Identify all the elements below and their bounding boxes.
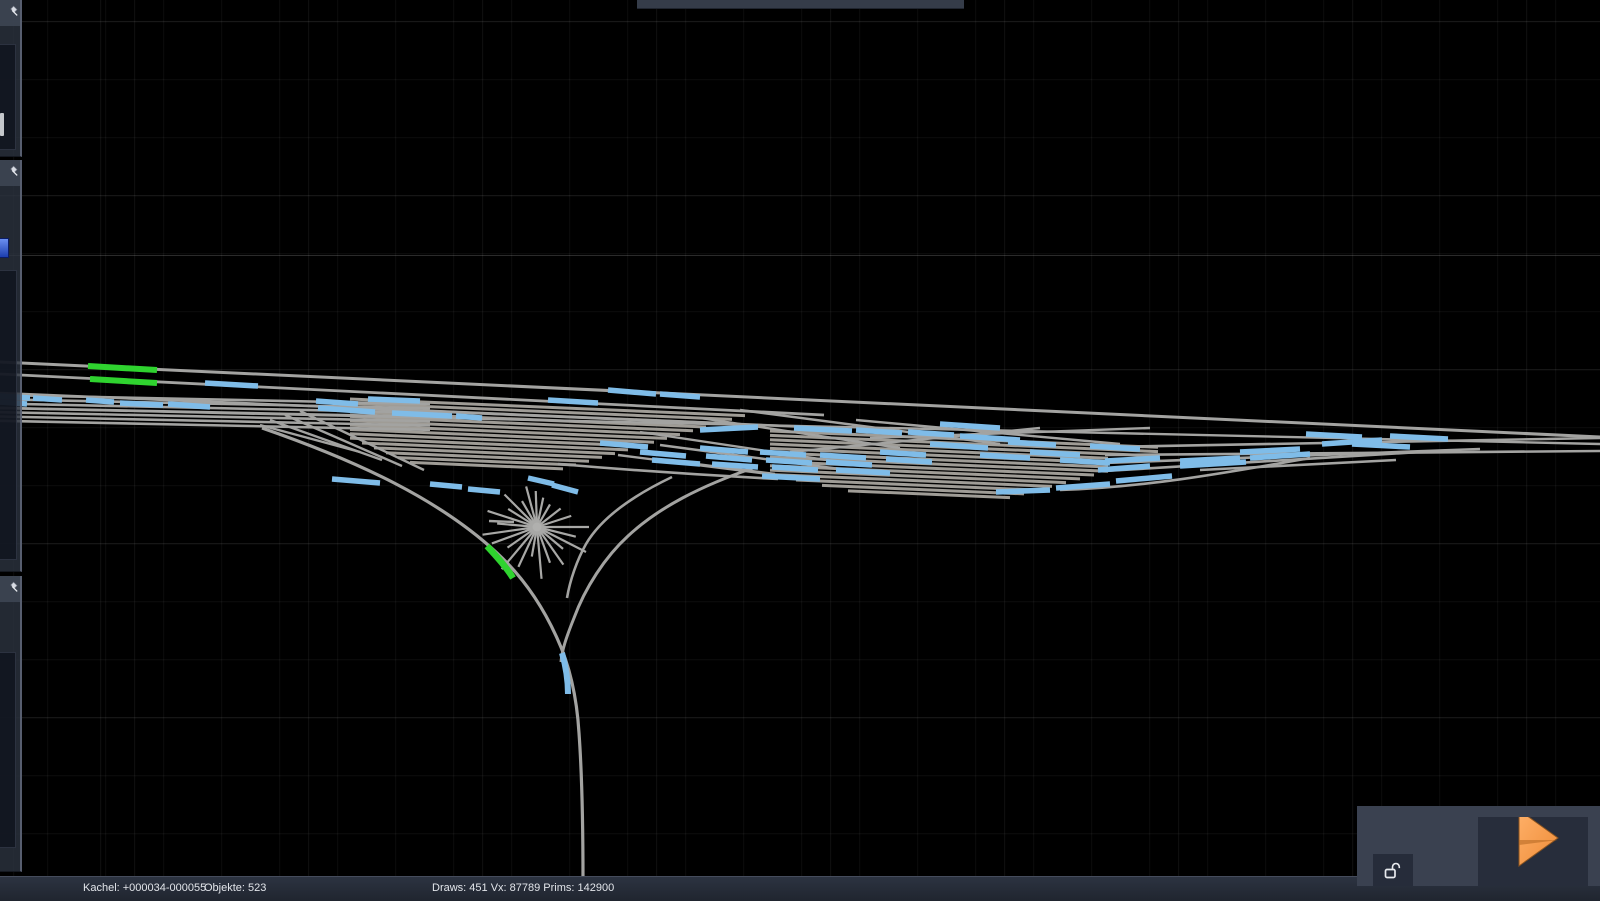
mouse-lock-button[interactable] — [1373, 854, 1413, 886]
pushpin-icon[interactable] — [5, 581, 19, 595]
status-render-stats: Draws: 451 Vx: 87789 Prims: 142900 — [432, 882, 615, 894]
dock-panel-middle[interactable] — [0, 160, 22, 572]
partial-toolbar-icon — [0, 113, 4, 136]
track-editor-app: Kachel: +000034-000055 Objekte: 523 Draw… — [0, 0, 1600, 901]
collapsed-toolbar[interactable] — [637, 0, 964, 9]
pushpin-icon[interactable] — [5, 165, 19, 179]
dock-panel-bottom[interactable] — [0, 576, 22, 872]
track-map-canvas[interactable] — [0, 0, 1600, 900]
play-icon — [1518, 817, 1559, 867]
status-objects: Objekte: 523 — [204, 882, 267, 894]
status-tile: Kachel: +000034-000055 — [83, 882, 207, 894]
playback-panel — [1357, 806, 1600, 886]
pushpin-icon[interactable] — [5, 5, 19, 19]
play-button[interactable] — [1478, 817, 1588, 886]
unlock-icon — [1384, 862, 1401, 879]
dock-content — [0, 270, 17, 560]
dock-panel-top[interactable] — [0, 0, 22, 157]
dock-content — [0, 652, 16, 848]
partial-blue-button[interactable] — [0, 238, 9, 258]
